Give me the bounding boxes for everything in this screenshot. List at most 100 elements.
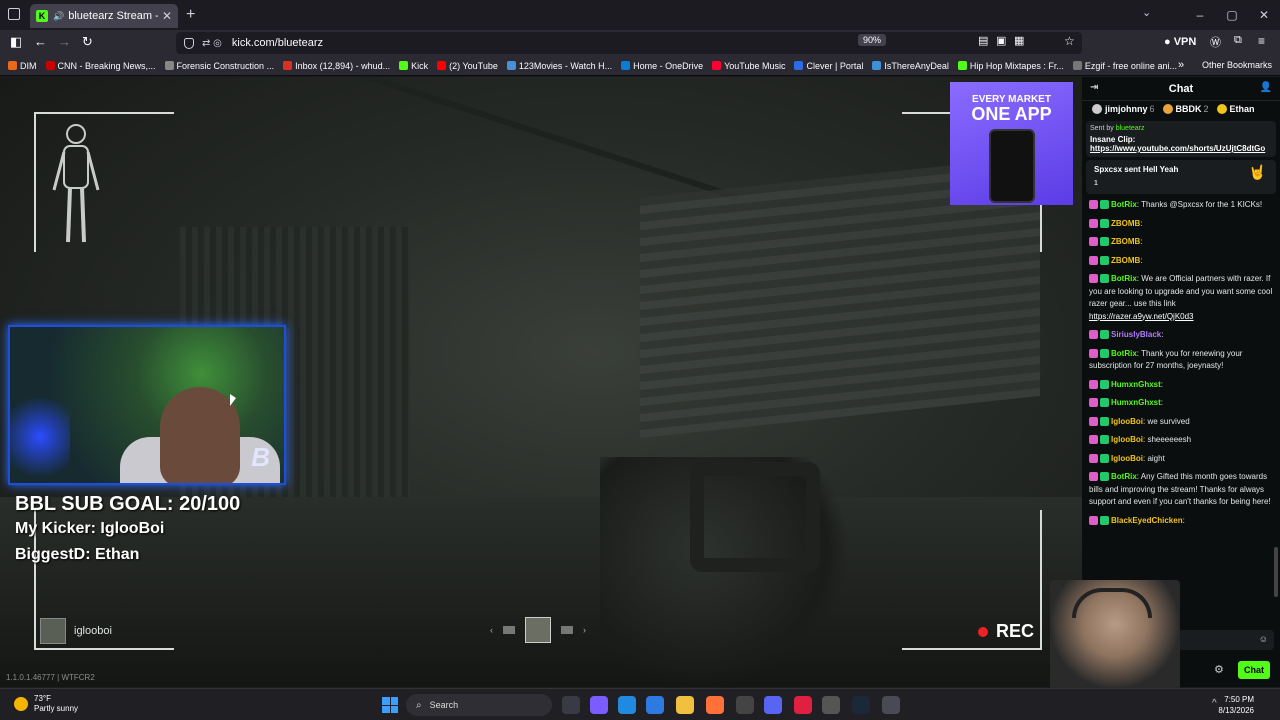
bookmark-item[interactable]: Kick — [399, 61, 428, 71]
collapse-chat-icon[interactable]: ⇥ — [1090, 82, 1098, 93]
clock-date: 8/13/2026 — [1218, 706, 1254, 715]
zoom-level[interactable]: 90% — [858, 34, 887, 46]
chat-username[interactable]: IglooBoi — [1111, 417, 1143, 426]
new-tab-button[interactable]: + — [186, 6, 195, 24]
vpn-button[interactable]: ● VPN — [1164, 36, 1196, 48]
gifter-item[interactable]: BBDK 2 — [1162, 104, 1209, 115]
discord-icon[interactable] — [764, 696, 782, 714]
chat-username[interactable]: BotRix — [1111, 472, 1137, 481]
tray-chevron-icon[interactable]: ^ — [1212, 698, 1217, 709]
bookmark-item[interactable]: YouTube Music — [712, 61, 785, 71]
forward-arrow-icon[interactable]: → — [58, 34, 71, 49]
gifter-item[interactable]: jimjohnny 6 — [1092, 104, 1155, 115]
weather-temp: 73°F — [34, 694, 51, 703]
chat-username[interactable]: BotRix — [1111, 349, 1137, 358]
gifter-item[interactable]: Ethan — [1216, 104, 1257, 115]
bookmark-item[interactable]: DIM — [8, 61, 37, 71]
store-icon[interactable] — [646, 696, 664, 714]
tab-overview-icon[interactable] — [8, 8, 20, 20]
chat-username[interactable]: HumxnGhxst — [1111, 398, 1161, 407]
media-player-icon[interactable] — [794, 696, 812, 714]
bookmark-item[interactable]: (2) YouTube — [437, 61, 498, 71]
chevron-left-icon: ‹ — [490, 625, 493, 635]
chat-settings-gear-icon[interactable]: ⚙ — [1214, 663, 1224, 676]
speaker-icon[interactable]: 🔊 — [53, 11, 64, 22]
chat-username[interactable]: IglooBoi — [1111, 454, 1143, 463]
extensions-icon[interactable]: ⧉ — [1234, 34, 1242, 47]
edge-icon[interactable] — [618, 696, 636, 714]
chat-message: IglooBoi: sheeeeeesh — [1089, 434, 1274, 447]
chat-username[interactable]: ZBOMB — [1111, 219, 1140, 228]
bookmark-item[interactable]: Forensic Construction ... — [164, 60, 275, 71]
bookmark-label: (2) YouTube — [449, 60, 498, 71]
chat-title: Chat — [1168, 82, 1194, 95]
address-bar[interactable]: ⇄ ◎ kick.com/bluetearz — [176, 32, 1082, 54]
chat-username[interactable]: BlackEyedChicken — [1111, 516, 1183, 525]
firefox-icon[interactable] — [706, 696, 724, 714]
tab-bluetearz[interactable]: K 🔊 bluetearz Stream - Watch L ✕ — [30, 4, 178, 28]
copilot-icon[interactable] — [590, 696, 608, 714]
bookmark-label: Forensic Construction ... — [176, 60, 275, 71]
chat-username[interactable]: SiriuslyBlack — [1111, 330, 1161, 339]
taskbar-search[interactable]: ⌕ Search — [406, 694, 552, 716]
reload-icon[interactable]: ↻ — [82, 34, 93, 50]
windows-taskbar: 73°F Partly sunny ⌕ Search ^ 7:50 PM 8/13… — [0, 688, 1280, 720]
chat-username[interactable]: ZBOMB — [1111, 237, 1140, 246]
back-arrow-icon[interactable]: ← — [34, 34, 47, 49]
close-window-button[interactable]: ✕ — [1248, 0, 1280, 30]
weather-widget[interactable]: 73°F Partly sunny — [14, 694, 78, 714]
reader-view-icon[interactable]: ▤ — [978, 34, 988, 47]
stream-video[interactable]: B BBL SUB GOAL: 20/100 My Kicker: IglooB… — [0, 77, 1082, 687]
bookmark-item[interactable]: Hip Hop Mixtapes : Fr... — [957, 61, 1064, 71]
menu-icon[interactable]: ≡ — [1258, 34, 1265, 48]
chat-send-button[interactable]: Chat — [1238, 661, 1270, 679]
chat-users-icon[interactable]: 👤 — [1260, 82, 1272, 93]
bookmarks-overflow-icon[interactable]: » — [1178, 59, 1184, 71]
minimize-button[interactable]: – — [1184, 0, 1216, 30]
picture-in-picture-icon[interactable]: ▣ — [996, 34, 1006, 47]
windows-start-icon[interactable] — [382, 697, 398, 713]
obs-icon[interactable] — [736, 696, 754, 714]
screenshot-icon[interactable]: ▦ — [1014, 34, 1024, 47]
shield-icon[interactable] — [184, 37, 194, 49]
bookmark-item[interactable]: Inbox (12,894) - whud... — [283, 61, 390, 71]
tab-list-chevron-icon[interactable]: ⌄ — [1142, 6, 1151, 19]
emoji-picker-icon[interactable]: ☺ — [1259, 634, 1268, 644]
bookmark-star-icon[interactable]: ☆ — [1064, 34, 1075, 48]
chat-username[interactable]: BotRix — [1111, 274, 1137, 283]
pinned-sent-by: Sent by bluetearz — [1090, 125, 1272, 132]
chat-message: ZBOMB: — [1089, 255, 1274, 268]
bookmark-item[interactable]: Home - OneDrive — [621, 61, 703, 71]
bookmark-item[interactable]: 123Movies - Watch H... — [506, 61, 612, 71]
permissions-icon[interactable]: ⇄ ◎ — [202, 38, 222, 49]
settings-icon[interactable] — [822, 696, 840, 714]
ad-banner[interactable]: EVERY MARKET ONE APP — [950, 82, 1073, 205]
bookmark-item[interactable]: Ezgif - free online ani... — [1072, 61, 1177, 71]
pinned-link[interactable]: https://www.youtube.com/shorts/UzUjtC8dt… — [1090, 144, 1265, 153]
app-gear-icon[interactable] — [882, 696, 900, 714]
chat-username[interactable]: IglooBoi — [1111, 435, 1143, 444]
tab-close-icon[interactable]: ✕ — [162, 9, 172, 23]
chat-username[interactable]: ZBOMB — [1111, 256, 1140, 265]
pinned-label: Insane Clip: — [1090, 135, 1136, 144]
chat-username[interactable]: BotRix — [1111, 200, 1137, 209]
chat-badge-icon — [1089, 218, 1098, 228]
bookmark-item[interactable]: CNN - Breaking News,... — [45, 61, 156, 71]
sidebar-toggle-icon[interactable]: ◧ — [10, 34, 22, 50]
chat-scrollbar[interactable] — [1274, 547, 1278, 597]
account-icon[interactable]: Ⓦ — [1210, 34, 1221, 50]
maximize-button[interactable]: ▢ — [1216, 0, 1248, 30]
task-view-icon[interactable] — [562, 696, 580, 714]
steam-icon[interactable] — [852, 696, 870, 714]
chat-link[interactable]: https://razer.a9yw.net/QjK0d3 — [1089, 312, 1194, 321]
system-clock[interactable]: 7:50 PM 8/13/2026 — [1218, 694, 1254, 716]
bookmark-item[interactable]: Clever | Portal — [794, 61, 863, 71]
chat-username[interactable]: HumxnGhxst — [1111, 380, 1161, 389]
file-explorer-icon[interactable] — [676, 696, 694, 714]
chat-badge-icon — [1089, 453, 1098, 463]
bookmarks-bar: DIM CNN - Breaking News,... Forensic Const… — [0, 56, 1280, 76]
chat-message: BlackEyedChicken: — [1089, 515, 1274, 528]
other-bookmarks[interactable]: Other Bookmarks — [1202, 60, 1272, 70]
chat-message: BotRix: Any Gifted this month goes towar… — [1089, 471, 1274, 509]
bookmark-item[interactable]: IsThereAnyDeal — [872, 61, 949, 71]
